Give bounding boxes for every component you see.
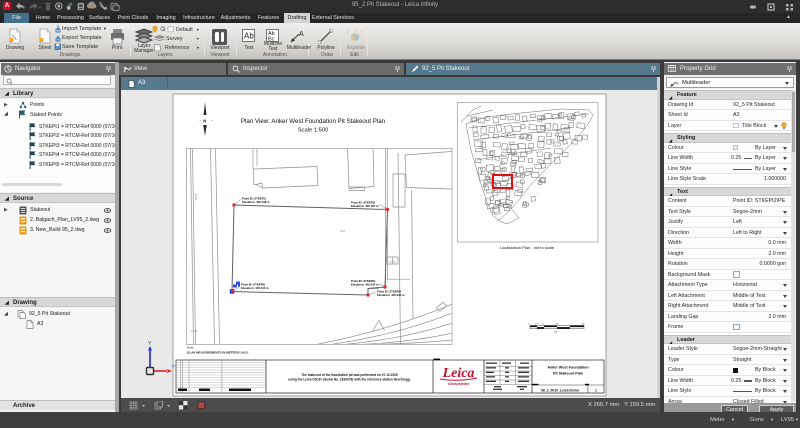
svg-text:Elevation: 405.245 m: Elevation: 405.245 m — [377, 293, 405, 297]
svg-text:A: A — [676, 80, 679, 85]
svg-text:Note:: Note: — [187, 346, 194, 350]
svg-text:2149: 2149 — [191, 329, 198, 333]
svg-text:using the Leica GS18 I (Serial: using the Leica GS18 I (Serial No. 18342… — [288, 378, 411, 382]
svg-text:Pit Stakeout Plan: Pit Stakeout Plan — [553, 372, 584, 376]
svg-text:744: 744 — [340, 229, 345, 233]
svg-text:Elevation: 405.248 m: Elevation: 405.248 m — [242, 200, 270, 204]
svg-text:Leica: Leica — [442, 366, 475, 381]
svg-text:7974: 7974 — [194, 193, 198, 200]
svg-text:Elevation: 405.245 m: Elevation: 405.245 m — [241, 286, 269, 290]
svg-text:Scale 1:500: Scale 1:500 — [298, 128, 329, 134]
svg-text:740 200: 740 200 — [388, 262, 397, 264]
svg-text:1: 1 — [595, 389, 597, 393]
svg-text:A: A — [299, 31, 304, 38]
svg-text:N: N — [203, 119, 206, 124]
svg-text:Anker West Foundation: Anker West Foundation — [547, 366, 589, 370]
svg-text:Geosystems: Geosystems — [448, 382, 469, 386]
svg-text:98_2_0010_Leica Demo: 98_2_0010_Leica Demo — [541, 389, 579, 393]
svg-text:Ab: Ab — [244, 32, 254, 41]
svg-text:Elevation: 405.245 m: Elevation: 405.245 m — [351, 283, 379, 287]
svg-text:(m): (m) — [554, 332, 558, 334]
svg-text:Localization Plan - not to sca: Localization Plan - not to scale — [500, 245, 555, 250]
svg-text:(1) All MEASUREMENTS IN METERS: (1) All MEASUREMENTS IN METERS U.N.O. — [187, 351, 249, 355]
svg-text:Plan View: Anker West Foundati: Plan View: Anker West Foundation Pit Sta… — [241, 118, 386, 125]
svg-text:Y: Y — [148, 341, 152, 347]
svg-text:Elevation: 405.197 m: Elevation: 405.197 m — [351, 204, 379, 208]
svg-text:The stakeout of the foundation: The stakeout of the foundation pit was p… — [301, 373, 398, 377]
